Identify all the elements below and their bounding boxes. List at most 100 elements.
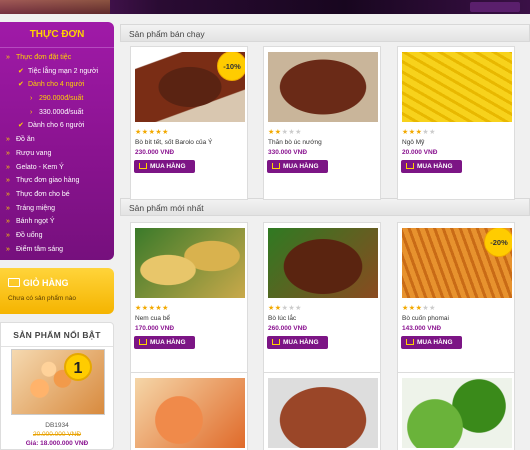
buy-button[interactable]: MUA HÀNG (267, 336, 328, 349)
cart-empty-text: Chưa có sản phẩm nào (8, 295, 76, 302)
menu-item[interactable]: » Thực đơn cho bé (0, 188, 114, 202)
check-icon: ✔ (18, 67, 24, 75)
discount-badge: -10% (217, 52, 245, 81)
star-icon: ★ (162, 305, 169, 312)
section-title: Sản phẩm bán chạy (129, 29, 205, 39)
star-icon: ★ (268, 129, 275, 136)
menu-item[interactable]: » Đồ ăn (0, 133, 114, 147)
product-name[interactable]: Bò bít tết, sốt Barolo của Ý (135, 139, 212, 146)
product-card (397, 372, 515, 450)
banner-button[interactable] (470, 2, 520, 12)
cart-panel[interactable]: GIỎ HÀNG Chưa có sản phẩm nào (0, 268, 114, 314)
product-name[interactable]: Ngô Mỹ (402, 139, 424, 146)
menu-item-label: Gelato - Kem Ý (16, 163, 64, 171)
menu-item-label: Dành cho 6 người (28, 122, 85, 130)
menu-title: THỰC ĐƠN (0, 22, 114, 48)
bullet-icon: » (6, 231, 10, 239)
star-rating: ★★★★★ (135, 128, 169, 136)
product-card: ★★★★★ Nem cua bể 170.000 VNĐ MUA HÀNG (130, 222, 248, 376)
star-rating: ★★★★★ (402, 128, 436, 136)
menu-item[interactable]: ✔ Dành cho 4 người (0, 78, 114, 92)
star-icon: ★ (141, 305, 149, 312)
product-price: 330.000 VNĐ (268, 149, 308, 156)
product-name[interactable]: Bò cuốn phomai (402, 315, 449, 322)
cart-icon (272, 339, 280, 345)
menu-item[interactable]: › 330.000đ/suất (0, 106, 114, 120)
bullet-icon: » (6, 177, 10, 185)
buy-button-label: MUA HÀNG (150, 163, 186, 170)
product-name[interactable]: Nem cua bể (135, 315, 170, 322)
cart-icon (139, 339, 147, 345)
product-card: -10% ★★★★★ Bò bít tết, sốt Barolo của Ý 230… (130, 46, 248, 200)
star-icon: ★ (402, 129, 409, 136)
star-icon: ★ (162, 129, 169, 136)
star-icon: ★ (295, 305, 302, 312)
star-icon: ★ (402, 305, 409, 312)
product-card (263, 372, 381, 450)
star-icon: ★ (274, 129, 282, 136)
menu-item[interactable]: » Bánh ngọt Ý (0, 215, 114, 229)
product-image[interactable] (402, 52, 512, 122)
product-image[interactable]: -10% (135, 52, 245, 122)
product-card: ★★★★★ Thăn bò úc nướng 330.000 VNĐ MUA HÀNG (263, 46, 381, 200)
menu-item[interactable]: » Gelato - Kem Ý (0, 161, 114, 175)
menu-item-label: Đồ ăn (16, 136, 35, 144)
buy-button[interactable]: MUA HÀNG (401, 336, 462, 349)
product-price: 260.000 VNĐ (268, 325, 308, 332)
buy-button[interactable]: MUA HÀNG (134, 160, 195, 173)
product-image[interactable] (268, 228, 378, 298)
product-image[interactable] (135, 228, 245, 298)
bullet-icon: » (6, 149, 10, 157)
product-image[interactable] (268, 378, 378, 448)
product-image[interactable]: -20% (402, 228, 512, 298)
product-image[interactable] (268, 52, 378, 122)
bullet-icon: » (6, 218, 10, 226)
cart-icon (406, 339, 414, 345)
product-price: 143.000 VNĐ (402, 325, 442, 332)
star-icon: ★ (408, 129, 416, 136)
product-card: ★★★★★ Bò lúc lắc 260.000 VNĐ MUA HÀNG (263, 222, 381, 376)
star-rating: ★★★★★ (402, 304, 436, 312)
buy-button[interactable]: MUA HÀNG (401, 160, 462, 173)
product-name[interactable]: Bò lúc lắc (268, 315, 296, 322)
bullet-icon: » (6, 190, 10, 198)
top-banner-strip (0, 0, 530, 14)
check-icon: ✔ (18, 81, 24, 89)
menu-item[interactable]: » Điểm tâm sáng (0, 243, 114, 257)
product-price: 170.000 VNĐ (135, 325, 175, 332)
featured-title: SẢN PHẨM NỔI BẬT (1, 323, 113, 347)
product-name[interactable]: Thăn bò úc nướng (268, 139, 322, 146)
menu-item[interactable]: » Thực đơn giao hàng (0, 174, 114, 188)
buy-button-label: MUA HÀNG (283, 339, 319, 346)
star-icon: ★ (274, 305, 282, 312)
menu-item-label: Thực đơn đặt tiệc (16, 54, 72, 61)
menu-item[interactable]: ✔ Tiệc lẵng mạn 2 người (0, 65, 114, 79)
bullet-icon: » (6, 245, 10, 253)
menu-item[interactable]: » Tráng miệng (0, 202, 114, 216)
buy-button-label: MUA HÀNG (283, 163, 319, 170)
menu-item-label: Tráng miệng (16, 204, 56, 212)
discount-badge: -20% (484, 228, 512, 257)
buy-button-label: MUA HÀNG (417, 163, 453, 170)
product-image[interactable] (402, 378, 512, 448)
featured-product-code[interactable]: DB1934 (1, 422, 113, 429)
bullet-icon: › (30, 95, 33, 103)
bullet-icon: » (6, 136, 10, 144)
menu-item[interactable]: » Thực đơn đặt tiệc (0, 51, 114, 65)
menu-item[interactable]: › 290.000đ/suất (0, 92, 114, 106)
product-image[interactable] (135, 378, 245, 448)
menu-item-label: Thực đơn cho bé (16, 190, 70, 198)
product-card (130, 372, 248, 450)
section-header-best-selling: Sản phẩm bán chạy (120, 24, 530, 42)
menu-item[interactable]: » Đồ uống (0, 229, 114, 243)
product-card: -20% ★★★★★ Bò cuốn phomai 143.000 VNĐ MUA HÀ… (397, 222, 515, 376)
bullet-icon: » (6, 163, 10, 171)
featured-product-image[interactable] (11, 349, 105, 415)
menu-item-label: 290.000đ/suất (39, 95, 84, 103)
menu-item[interactable]: » Rượu vang (0, 147, 114, 161)
buy-button[interactable]: MUA HÀNG (134, 336, 195, 349)
buy-button[interactable]: MUA HÀNG (267, 160, 328, 173)
buy-button-label: MUA HÀNG (150, 339, 186, 346)
cart-title-row: GIỎ HÀNG (8, 278, 69, 288)
menu-item[interactable]: ✔ Dành cho 6 người (0, 119, 114, 133)
